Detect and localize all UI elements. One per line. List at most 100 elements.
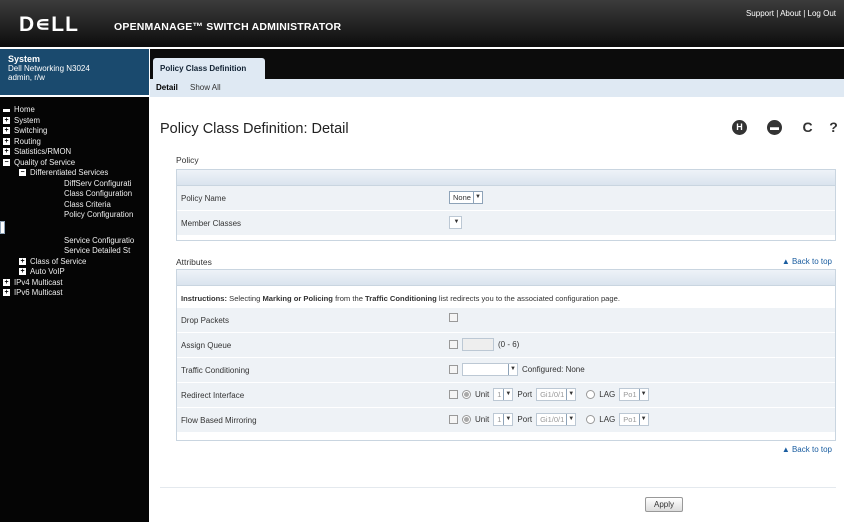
print-icon[interactable]: ▬ bbox=[767, 120, 782, 135]
nav-item-label: Home bbox=[14, 105, 35, 114]
nav-item-ipv6-multicast[interactable]: + IPv6 Multicast bbox=[0, 288, 149, 299]
expand-icon[interactable]: + bbox=[3, 127, 10, 134]
nav-item-label: System bbox=[14, 115, 40, 125]
member-classes-select[interactable]: ▼ bbox=[449, 216, 462, 229]
traffic-conditioning-select[interactable]: ▼ bbox=[462, 363, 518, 376]
nav-item-ipv4-multicast[interactable]: + IPv4 Multicast bbox=[0, 278, 149, 289]
app-title: OPENMANAGE™ SWITCH ADMINISTRATOR bbox=[114, 21, 342, 33]
policy-section-title: Policy bbox=[176, 155, 199, 165]
system-info[interactable]: System Dell Networking N3024 admin, r/w bbox=[0, 49, 149, 95]
nav-item-label: Quality of Service bbox=[14, 157, 76, 167]
unit-value: 1 bbox=[497, 415, 502, 424]
logout-link[interactable]: Log Out bbox=[808, 9, 836, 18]
apply-button[interactable]: Apply bbox=[645, 497, 683, 512]
expand-icon[interactable]: + bbox=[19, 268, 26, 275]
traffic-conditioning-label: Traffic Conditioning bbox=[181, 366, 250, 375]
top-header: D∊LL OPENMANAGE™ SWITCH ADMINISTRATOR Su… bbox=[0, 0, 844, 47]
port-label: Port bbox=[517, 390, 533, 399]
nav-item-service-detailed-st[interactable]: Service Detailed St bbox=[0, 246, 149, 257]
policy-name-select[interactable]: None ▼ bbox=[449, 191, 483, 204]
tab-bar: Policy Class Definition bbox=[150, 49, 844, 79]
nav-item-class-criteria[interactable]: Class Criteria bbox=[0, 200, 149, 211]
chevron-down-icon: ▼ bbox=[503, 389, 512, 400]
expand-icon[interactable]: + bbox=[3, 137, 10, 145]
chevron-down-icon: ▼ bbox=[508, 364, 517, 375]
expand-icon[interactable]: + bbox=[3, 289, 10, 296]
nav-item-statistics-rmon[interactable]: + Statistics/RMON bbox=[0, 147, 149, 158]
collapse-icon[interactable]: − bbox=[19, 169, 26, 176]
expand-icon[interactable]: + bbox=[3, 116, 10, 124]
nav-item-label: DiffServ Configurati bbox=[64, 178, 132, 188]
nav-item-home[interactable]: Home bbox=[0, 105, 149, 116]
nav-item-policy-configuration[interactable]: Policy Configuration bbox=[0, 210, 149, 221]
tab-policy-class-definition[interactable]: Policy Class Definition bbox=[153, 58, 265, 79]
mirror-unit-radio[interactable] bbox=[462, 415, 471, 424]
back-to-top-link-bottom[interactable]: ▲ Back to top bbox=[782, 445, 832, 454]
expand-icon[interactable]: + bbox=[19, 257, 26, 265]
lag-label: LAG bbox=[599, 415, 616, 424]
instructions-marking: Marking or Policing bbox=[262, 294, 333, 303]
collapse-icon[interactable]: − bbox=[3, 158, 10, 166]
subtab-detail[interactable]: Detail bbox=[156, 83, 178, 92]
chevron-down-icon: ▼ bbox=[453, 219, 460, 225]
traffic-conditioning-checkbox[interactable] bbox=[449, 365, 458, 374]
sub-tab-bar: Detail Show All bbox=[150, 79, 844, 97]
instructions-bold: Instructions: bbox=[181, 294, 227, 303]
expand-icon[interactable]: + bbox=[3, 278, 10, 286]
refresh-icon[interactable]: C bbox=[800, 120, 815, 135]
redirect-unit-select[interactable]: 1 ▼ bbox=[493, 388, 514, 401]
nav-item-system[interactable]: + System bbox=[0, 116, 149, 127]
nav-item-label: Differentiated Services bbox=[30, 168, 109, 177]
redirect-unit-radio[interactable] bbox=[462, 390, 471, 399]
nav-item-service-configuratio[interactable]: Service Configuratio bbox=[0, 236, 149, 247]
subtab-show-all[interactable]: Show All bbox=[190, 83, 221, 92]
lag-value: Po1 bbox=[623, 390, 637, 399]
assign-queue-input[interactable] bbox=[462, 338, 494, 351]
redirect-lag-select[interactable]: Po1 ▼ bbox=[619, 388, 649, 401]
port-value: Gi1/0/1 bbox=[540, 415, 565, 424]
help-icon[interactable]: ? bbox=[826, 120, 841, 135]
port-label: Port bbox=[517, 415, 533, 424]
table-row: Traffic Conditioning ▼ Configured: None bbox=[177, 358, 835, 383]
save-icon[interactable]: H bbox=[732, 120, 747, 135]
chevron-down-icon: ▼ bbox=[472, 192, 482, 203]
redirect-port-select[interactable]: Gi1/0/1 ▼ bbox=[536, 388, 577, 401]
mirror-unit-select[interactable]: 1 ▼ bbox=[493, 413, 514, 426]
expand-icon[interactable]: + bbox=[3, 148, 10, 155]
instructions-text: Instructions: Selecting Marking or Polic… bbox=[181, 294, 620, 303]
link-separator: | bbox=[776, 9, 779, 18]
mirror-lag-radio[interactable] bbox=[586, 415, 596, 424]
about-link[interactable]: About bbox=[780, 9, 801, 18]
table-row: Drop Packets bbox=[177, 308, 835, 333]
instructions-traffic: Traffic Conditioning bbox=[365, 294, 437, 303]
flow-mirroring-checkbox[interactable] bbox=[449, 415, 458, 424]
back-to-top-link[interactable]: ▲ Back to top bbox=[782, 257, 832, 266]
redirect-lag-radio[interactable] bbox=[586, 390, 596, 399]
nav-item-class-configuration[interactable]: Class Configuration bbox=[0, 189, 149, 200]
support-link[interactable]: Support bbox=[746, 9, 774, 18]
mirror-port-select[interactable]: Gi1/0/1 ▼ bbox=[536, 413, 577, 426]
mirror-lag-select[interactable]: Po1 ▼ bbox=[619, 413, 649, 426]
nav-item-diffserv-configurati[interactable]: DiffServ Configurati bbox=[0, 179, 149, 190]
nav-item-auto-voip[interactable]: + Auto VoIP bbox=[0, 267, 149, 278]
nav-item-class-of-service[interactable]: + Class of Service bbox=[0, 257, 149, 268]
link-separator: | bbox=[803, 9, 806, 18]
drop-packets-checkbox[interactable] bbox=[449, 313, 458, 322]
chevron-down-icon: ▼ bbox=[503, 414, 512, 425]
instructions-mid: Selecting bbox=[229, 294, 263, 303]
assign-queue-range: (0 - 6) bbox=[498, 340, 520, 349]
nav-item-quality-of-service[interactable]: − Quality of Service bbox=[0, 158, 149, 169]
redirect-interface-checkbox[interactable] bbox=[449, 390, 458, 399]
drop-packets-label: Drop Packets bbox=[181, 316, 230, 325]
top-links: Support | About | Log Out bbox=[746, 9, 836, 18]
nav-item-label: Service Detailed St bbox=[64, 246, 131, 255]
assign-queue-checkbox[interactable] bbox=[449, 340, 458, 349]
nav-item-differentiated-services[interactable]: − Differentiated Services bbox=[0, 168, 149, 179]
system-title: System bbox=[8, 54, 41, 64]
unit-value: 1 bbox=[497, 390, 502, 399]
nav-item-routing[interactable]: + Routing bbox=[0, 137, 149, 148]
nav-item-label: Class Criteria bbox=[64, 199, 111, 209]
nav-item-switching[interactable]: + Switching bbox=[0, 126, 149, 137]
nav-item-label: IPv4 Multicast bbox=[14, 277, 63, 287]
nav-item-policy-class-defi[interactable]: Policy Class Defi bbox=[0, 220, 5, 234]
